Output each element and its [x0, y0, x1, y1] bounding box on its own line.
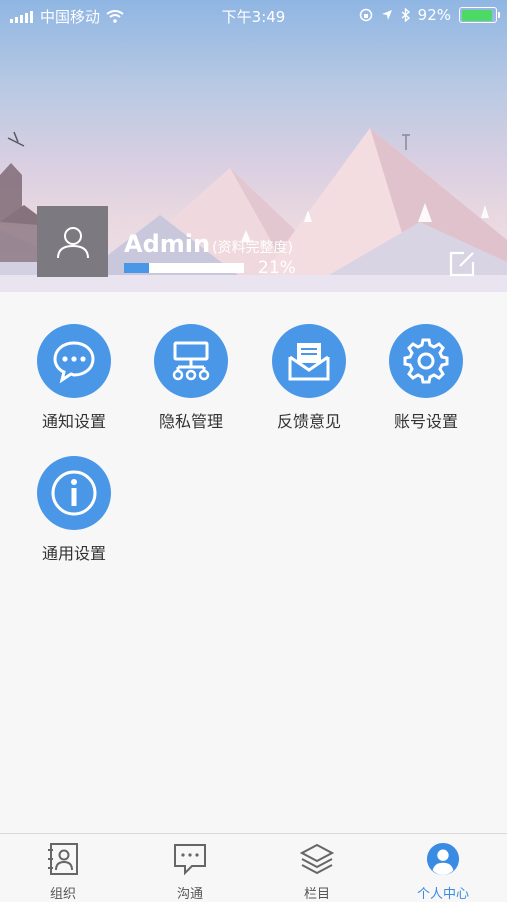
bottom-tab-bar: 组织 沟通 栏目 个人中心: [0, 833, 507, 902]
chat-icon: [174, 844, 206, 876]
menu-item-label: 隐私管理: [158, 412, 223, 431]
username: Admin: [124, 230, 211, 258]
menu-item-icon-circle: [37, 324, 111, 398]
battery-percent: 92%: [417, 6, 451, 24]
contact-book-icon: [48, 843, 78, 875]
rotation-lock-icon: [359, 8, 372, 22]
menu-item-label: 通知设置: [41, 412, 106, 431]
menu-item-feedback[interactable]: 反馈意见: [254, 324, 364, 444]
menu-item-label: 账号设置: [393, 412, 458, 431]
user-icon: [426, 842, 460, 876]
menu-item-icon-circle: [389, 324, 463, 398]
menu-item-icon-circle: [154, 324, 228, 398]
tab-personal-center[interactable]: 个人中心: [398, 842, 488, 902]
location-arrow-icon: [381, 10, 392, 20]
status-bar: 中国移动 下午3:49 92%: [0, 0, 507, 30]
menu-item-icon-circle: [272, 324, 346, 398]
profile-name-row: Admin (资料完整度): [124, 230, 293, 258]
bluetooth-icon: [401, 8, 410, 22]
menu-item-privacy-management[interactable]: 隐私管理: [136, 324, 246, 444]
menu-item-icon-circle: [37, 456, 111, 530]
tab-columns[interactable]: 栏目: [272, 842, 362, 902]
hierarchy-icon: [172, 341, 210, 381]
battery-icon: [459, 7, 500, 23]
menu-item-general-settings[interactable]: 通用设置: [19, 456, 129, 576]
tab-communication[interactable]: 沟通: [145, 842, 235, 902]
mail-icon: [288, 343, 330, 381]
menu-item-label: 反馈意见: [276, 412, 341, 431]
completeness-progress-bar: [124, 263, 244, 273]
tab-organization[interactable]: 组织: [18, 842, 108, 902]
chat-bubble-icon: [53, 341, 95, 384]
edit-icon[interactable]: [448, 250, 476, 278]
tab-label: 个人中心: [416, 887, 469, 902]
completeness-percent: 21%: [258, 258, 296, 278]
gear-icon: [403, 338, 449, 384]
tab-label: 组织: [49, 887, 76, 902]
completeness-label: (资料完整度): [212, 240, 294, 256]
user-placeholder-icon: [56, 226, 89, 258]
profile-header: 中国移动 下午3:49 92% Admin (资料完整度) 21%: [0, 0, 507, 292]
battery-level: [461, 9, 492, 21]
menu-item-notification-settings[interactable]: 通知设置: [19, 324, 129, 444]
tab-label: 栏目: [303, 887, 330, 902]
tab-label: 沟通: [176, 887, 203, 902]
avatar[interactable]: [37, 206, 108, 277]
menu-item-account-settings[interactable]: 账号设置: [371, 324, 481, 444]
layers-icon: [299, 843, 335, 875]
completeness-progress-fill: [124, 263, 150, 273]
menu-item-label: 通用设置: [41, 544, 106, 563]
info-icon: [51, 470, 97, 516]
